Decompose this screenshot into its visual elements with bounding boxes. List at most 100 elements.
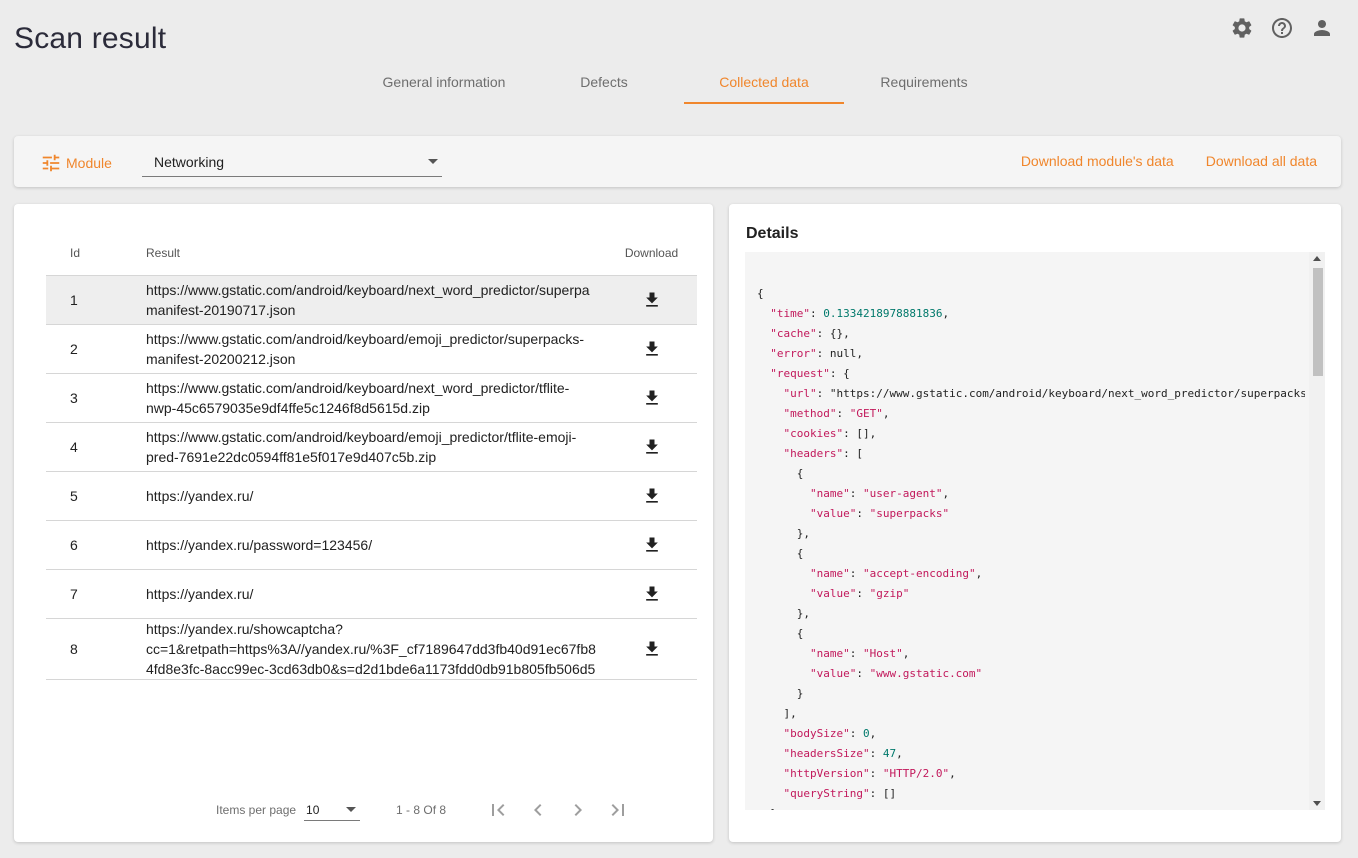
json-line: { [757, 627, 804, 640]
download-icon[interactable] [642, 290, 662, 310]
json-line: "cache": {}, [770, 327, 850, 340]
scroll-down-icon[interactable] [1313, 801, 1321, 806]
json-line: "queryString": [] [783, 787, 897, 800]
next-page-icon[interactable] [566, 798, 590, 822]
json-line: }, [757, 804, 1305, 810]
last-page-icon[interactable] [606, 798, 630, 822]
json-line: { [757, 467, 804, 480]
tab-requirements[interactable]: Requirements [844, 60, 1004, 104]
json-viewer[interactable]: { "time": 0.1334218978881836, "cache": {… [745, 252, 1325, 810]
json-line: "method": "GET", [783, 407, 890, 420]
details-title: Details [746, 225, 799, 242]
download-icon[interactable] [642, 486, 662, 506]
row-result: https://yandex.ru/ [146, 586, 254, 602]
row-result: https://yandex.ru/ [146, 488, 254, 504]
row-id: 8 [70, 641, 78, 657]
row-id: 1 [70, 292, 78, 308]
download-icon[interactable] [642, 388, 662, 408]
row-id: 2 [70, 341, 78, 357]
json-line: "request": { [770, 367, 850, 380]
json-line: "time": 0.1334218978881836, [770, 307, 950, 320]
module-toolbar: Module Networking Download module's data… [14, 136, 1341, 187]
json-line: "name": "accept-encoding", [809, 567, 983, 580]
json-line: "httpVersion": "HTTP/2.0", [783, 767, 956, 780]
page-title: Scan result [14, 22, 167, 55]
row-result: https://yandex.ru/password=123456/ [146, 537, 373, 553]
tab-defects[interactable]: Defects [524, 60, 684, 104]
json-line: "headers": [ [783, 447, 863, 460]
json-line: "url": "https://www.gstatic.com/android/… [783, 387, 1306, 400]
table-row[interactable]: 2 https://www.gstatic.com/android/keyboa… [46, 325, 697, 374]
json-line: "value": "superpacks" [809, 507, 950, 520]
table-row[interactable]: 7 https://yandex.ru/ [46, 570, 697, 619]
download-icon[interactable] [642, 639, 662, 659]
download-icon[interactable] [642, 437, 662, 457]
table-row[interactable]: 3 https://www.gstatic.com/android/keyboa… [46, 374, 697, 423]
download-module-data-link[interactable]: Download module's data [1021, 153, 1174, 169]
details-card: Details { "time": 0.1334218978881836, "c… [729, 204, 1341, 842]
items-per-page-value: 10 [306, 802, 320, 817]
module-label: Module [66, 155, 112, 171]
json-line: "error": null, [770, 347, 863, 360]
row-result: https://www.gstatic.com/android/keyboard… [146, 380, 570, 416]
account-icon[interactable] [1310, 16, 1334, 40]
chevron-down-icon [428, 159, 438, 164]
json-line: "name": "user-agent", [809, 487, 950, 500]
json-line: "cookies": [], [783, 427, 877, 440]
table-row[interactable]: 4 https://www.gstatic.com/android/keyboa… [46, 423, 697, 472]
tab-bar: General information Defects Collected da… [364, 60, 1004, 104]
tune-icon [42, 154, 60, 172]
table-row[interactable]: 1 https://www.gstatic.com/android/keyboa… [46, 276, 697, 325]
download-all-data-link[interactable]: Download all data [1206, 153, 1317, 169]
table-header: Id Result Download [46, 230, 697, 276]
paginator: Items per page 10 1 - 8 Of 8 [216, 798, 630, 822]
header-id[interactable]: Id [46, 246, 146, 260]
module-select[interactable]: Networking [142, 148, 442, 177]
row-id: 3 [70, 390, 78, 406]
json-line: "value": "www.gstatic.com" [809, 667, 983, 680]
results-table: Id Result Download 1 https://www.gstatic… [46, 230, 697, 680]
previous-page-icon[interactable] [526, 798, 550, 822]
results-card: Id Result Download 1 https://www.gstatic… [14, 204, 713, 842]
json-line: "value": "gzip" [809, 587, 910, 600]
table-row[interactable]: 6 https://yandex.ru/password=123456/ [46, 521, 697, 570]
help-circle-icon[interactable] [1270, 16, 1294, 40]
json-line: }, [757, 607, 810, 620]
page-range-label: 1 - 8 Of 8 [396, 803, 447, 817]
row-result: https://yandex.ru/showcaptcha? cc=1&retp… [146, 621, 596, 677]
json-line: "name": "Host", [809, 647, 910, 660]
download-icon[interactable] [642, 535, 662, 555]
row-id: 6 [70, 537, 78, 553]
json-line: }, [757, 527, 810, 540]
table-row[interactable]: 8 https://yandex.ru/showcaptcha? cc=1&re… [46, 619, 697, 680]
row-id: 5 [70, 488, 78, 504]
tab-general-information[interactable]: General information [364, 60, 524, 104]
json-line: ], [757, 707, 797, 720]
table-row[interactable]: 5 https://yandex.ru/ [46, 472, 697, 521]
scrollbar-thumb[interactable] [1313, 268, 1323, 376]
json-content: { "time": 0.1334218978881836, "cache": {… [757, 284, 1305, 810]
json-line: { [757, 287, 764, 300]
header-download: Download [624, 245, 679, 260]
download-icon[interactable] [642, 339, 662, 359]
json-line: } [757, 687, 804, 700]
row-id: 4 [70, 439, 78, 455]
download-icon[interactable] [642, 584, 662, 604]
module-select-value: Networking [154, 154, 225, 170]
json-line: "headersSize": 47, [783, 747, 903, 760]
header-result[interactable]: Result [146, 246, 606, 260]
tab-collected-data[interactable]: Collected data [684, 60, 844, 104]
gear-icon[interactable] [1230, 16, 1254, 40]
row-id: 7 [70, 586, 78, 602]
first-page-icon[interactable] [486, 798, 510, 822]
items-per-page-label: Items per page [216, 803, 297, 817]
row-result: https://www.gstatic.com/android/keyboard… [146, 429, 577, 465]
scroll-up-icon[interactable] [1313, 256, 1321, 261]
scrollbar[interactable] [1309, 252, 1325, 810]
row-result: https://www.gstatic.com/android/keyboard… [146, 282, 590, 318]
json-line: "bodySize": 0, [783, 727, 877, 740]
items-per-page-select[interactable]: 10 [304, 799, 361, 821]
top-icons [1230, 16, 1334, 40]
chevron-down-icon [346, 807, 357, 812]
module-filter-button[interactable]: Module [40, 152, 112, 174]
